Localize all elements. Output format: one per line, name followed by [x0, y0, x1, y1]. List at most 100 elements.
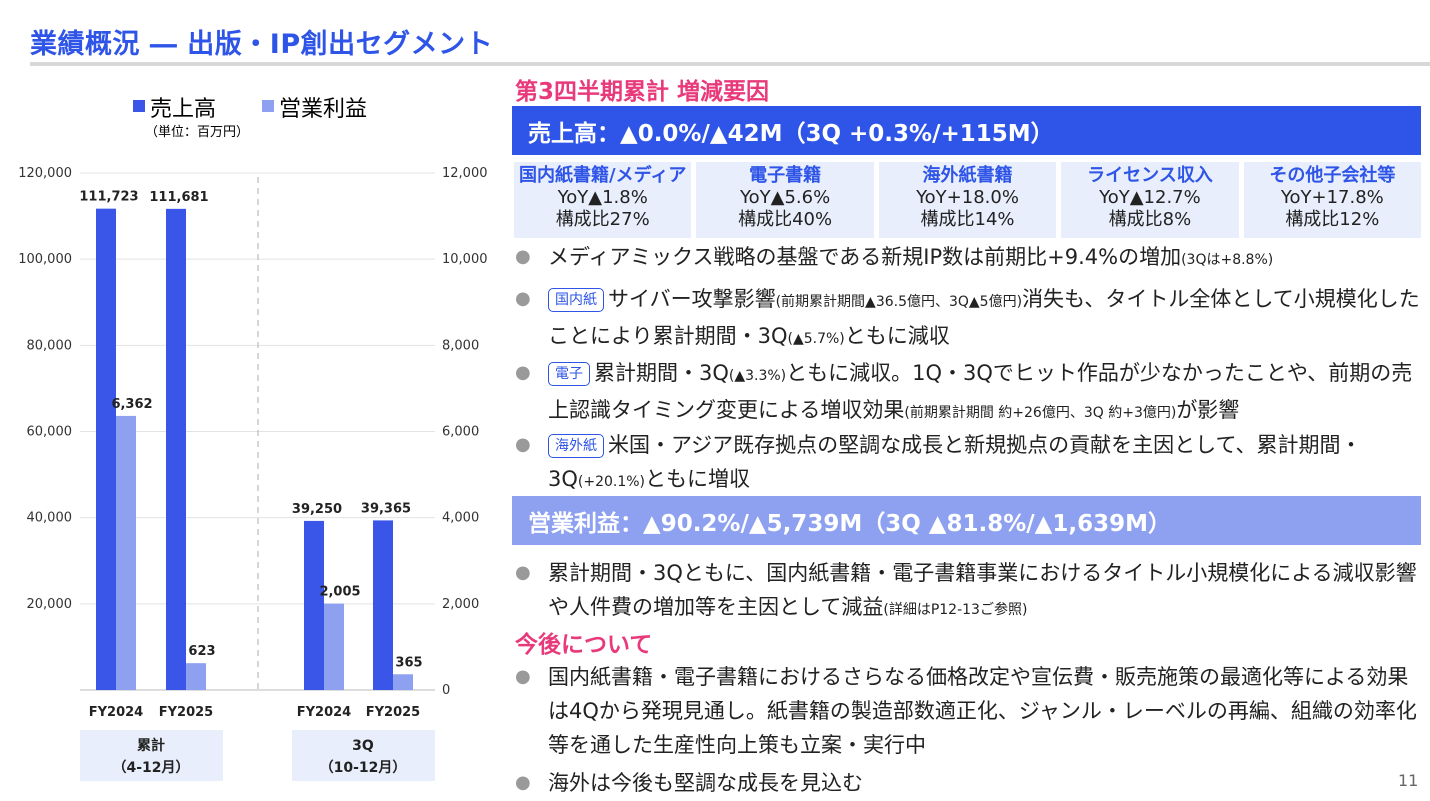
legend-swatch-op: [262, 100, 274, 112]
sales-summary-bar: 売上高：▲0.0%/▲42M（3Q +0.3%/+115M）: [512, 106, 1421, 155]
y-right-tick: 8,000: [442, 338, 479, 353]
x-axis-categories: FY2024 FY2025 FY2024 FY2025: [89, 705, 420, 720]
section-heading-outlook: 今後について: [515, 632, 653, 658]
bar-operating-profit: [116, 415, 136, 690]
segment-cell: 海外紙書籍 YoY+18.0% 構成比14%: [878, 162, 1057, 238]
data-label-operating-profit: 623: [188, 644, 215, 659]
legend-swatch-sales: [133, 100, 145, 112]
segment-yoy: YoY+17.8%: [1280, 187, 1384, 208]
y-right-tick: 0: [442, 683, 450, 698]
bullet-dot: ●: [515, 434, 531, 455]
x-category-label: FY2024: [297, 705, 351, 720]
bullet-op-factors: ● 累計期間・3Qともに、国内紙書籍・電子書籍事業におけるタイトル小規模化による…: [515, 556, 1420, 627]
bullet-ebook: ● 電子 累計期間・3Q(▲3.3%)ともに減収。1Q・3Qでヒット作品が少なかっ…: [515, 356, 1420, 430]
group-sublabel-3q: （10-12月）: [320, 760, 407, 776]
x-category-label: FY2025: [159, 705, 213, 720]
segment-tag-overseas-paper: 海外紙: [548, 434, 604, 458]
bullet-note: (前期累計期間▲36.5億円、3Q▲5億円): [775, 294, 1023, 310]
title-divider: [30, 62, 1430, 66]
unit-label: （単位：百万円）: [145, 124, 249, 140]
y-left-tick: 20,000: [27, 597, 73, 612]
page-number: 11: [1398, 771, 1419, 790]
x-category-label: FY2025: [366, 705, 420, 720]
segment-breakdown: 国内紙書籍/メディア YoY▲1.8% 構成比27% 電子書籍 YoY▲5.6%…: [514, 162, 1422, 238]
bars: 111,723 6,362 111,681 623 39,250 2,005 39,365 3…: [79, 190, 423, 691]
segment-tag-ebook: 電子: [548, 362, 590, 386]
y-left-tick: 40,000: [27, 511, 73, 526]
segment-share: 構成比14%: [920, 209, 1015, 230]
bullet-outlook-domestic: ● 国内紙書籍・電子書籍におけるさらなる価格改定や宣伝費・販売施策の最適化等によ…: [515, 660, 1420, 762]
segment-cell: ライセンス収入 YoY▲12.7% 構成比8%: [1061, 162, 1239, 238]
bullet-text: 累計期間・3Q: [594, 361, 729, 385]
y-right-tick: 6,000: [442, 425, 479, 440]
data-label-operating-profit: 6,362: [111, 397, 152, 412]
data-label-operating-profit: 365: [395, 655, 422, 670]
segment-yoy: YoY+18.0%: [916, 187, 1019, 208]
segment-share: 構成比8%: [1108, 209, 1192, 230]
bullet-domestic-paper: ● 国内紙 サイバー攻撃影響(前期累計期間▲36.5億円、3Q▲5億円)消失も、タ…: [515, 282, 1420, 356]
segment-name: 海外紙書籍: [922, 165, 1013, 186]
segment-name: その他子会社等: [1269, 165, 1396, 186]
bullet-note: (▲5.7%): [787, 331, 845, 347]
bullet-dot: ●: [515, 562, 531, 583]
bar-operating-profit: [393, 674, 413, 690]
bullet-text: ともに減収: [844, 324, 950, 348]
bullet-new-ip: ● メディアミックス戦略の基盤である新規IP数は前期比+9.4%の増加(3Qは+…: [515, 240, 1420, 277]
segment-cell: 電子書籍 YoY▲5.6% 構成比40%: [696, 162, 874, 238]
legend-label-sales: 売上高: [150, 97, 216, 122]
section-heading-3q-factors: 第3四半期累計 増減要因: [515, 79, 770, 105]
bar-sales: [96, 208, 116, 690]
bullet-text: ともに増収: [645, 467, 751, 491]
group-label-cumulative: 累計: [137, 737, 165, 754]
bullet-text: サイバー攻撃影響: [608, 287, 776, 311]
bullet-text: 国内紙書籍・電子書籍におけるさらなる価格改定や宣伝費・販売施策の最適化等による効…: [548, 665, 1417, 757]
bar-chart: 売上高 営業利益 （単位：百万円） 120,000 100,000 80,000 60…: [18, 97, 488, 781]
segment-yoy: YoY▲12.7%: [1099, 187, 1201, 208]
y-left-tick: 80,000: [27, 338, 73, 353]
bar-sales: [166, 208, 186, 691]
bullet-dot: ●: [515, 246, 531, 267]
segment-tag-domestic-paper: 国内紙: [548, 288, 604, 312]
operating-profit-summary-bar: 営業利益：▲90.2%/▲5,739M（3Q ▲81.8%/▲1,639M）: [512, 496, 1421, 545]
group-sublabel-cumulative: （4-12月）: [112, 760, 189, 776]
segment-cell: その他子会社等 YoY+17.8% 構成比12%: [1243, 162, 1422, 238]
bullet-outlook-overseas: ● 海外は今後も堅調な成長を見込む: [515, 766, 1420, 800]
segment-share: 構成比12%: [1285, 209, 1380, 230]
segment-yoy: YoY▲1.8%: [557, 187, 648, 208]
x-category-label: FY2024: [89, 705, 143, 720]
y-axis-left: 120,000 100,000 80,000 60,000 40,000 20,000: [18, 166, 72, 612]
y-right-tick: 12,000: [442, 166, 488, 181]
segment-name: 国内紙書籍/メディア: [519, 165, 687, 186]
data-label-operating-profit: 2,005: [319, 585, 360, 600]
bullet-text: メディアミックス戦略の基盤である新規IP数は前期比+9.4%の増加: [548, 245, 1182, 269]
bullet-note: (▲3.3%): [728, 368, 787, 384]
data-label-sales: 111,681: [149, 190, 208, 205]
bullet-overseas-paper: ● 海外紙 米国・アジア既存拠点の堅調な成長と新規拠点の貢献を主因として、累計期間…: [515, 428, 1420, 499]
group-label-3q: 3Q: [352, 738, 374, 754]
segment-yoy: YoY▲5.6%: [740, 187, 831, 208]
bullet-dot: ●: [515, 362, 531, 383]
y-right-tick: 2,000: [442, 597, 479, 612]
bullet-text: が影響: [1176, 398, 1240, 422]
data-label-sales: 39,250: [292, 502, 342, 517]
y-left-tick: 120,000: [18, 166, 72, 181]
data-label-sales: 39,365: [361, 501, 411, 516]
y-right-tick: 10,000: [442, 252, 488, 267]
y-right-tick: 4,000: [442, 511, 479, 526]
bullet-note: (前期累計期間 約+26億円、3Q 約+3億円): [904, 405, 1177, 421]
segment-name: 電子書籍: [749, 165, 822, 186]
bullet-note: (詳細はP12-13ご参照): [883, 602, 1028, 618]
page-title: 業績概況 ― 出版・IP創出セグメント: [30, 29, 494, 60]
segment-share: 構成比40%: [738, 209, 833, 230]
bullet-text: 海外は今後も堅調な成長を見込む: [548, 771, 863, 795]
y-left-tick: 100,000: [18, 252, 72, 267]
legend-label-op: 営業利益: [279, 97, 367, 122]
bar-sales: [304, 520, 324, 690]
bullet-dot: ●: [515, 772, 531, 793]
y-axis-right: 12,000 10,000 8,000 6,000 4,000 2,000 0: [442, 166, 488, 698]
bar-operating-profit: [324, 603, 344, 690]
bar-sales: [373, 520, 393, 690]
bullet-note: (3Qは+8.8%): [1181, 252, 1274, 268]
bullet-dot: ●: [515, 666, 531, 687]
segment-share: 構成比27%: [555, 209, 650, 230]
